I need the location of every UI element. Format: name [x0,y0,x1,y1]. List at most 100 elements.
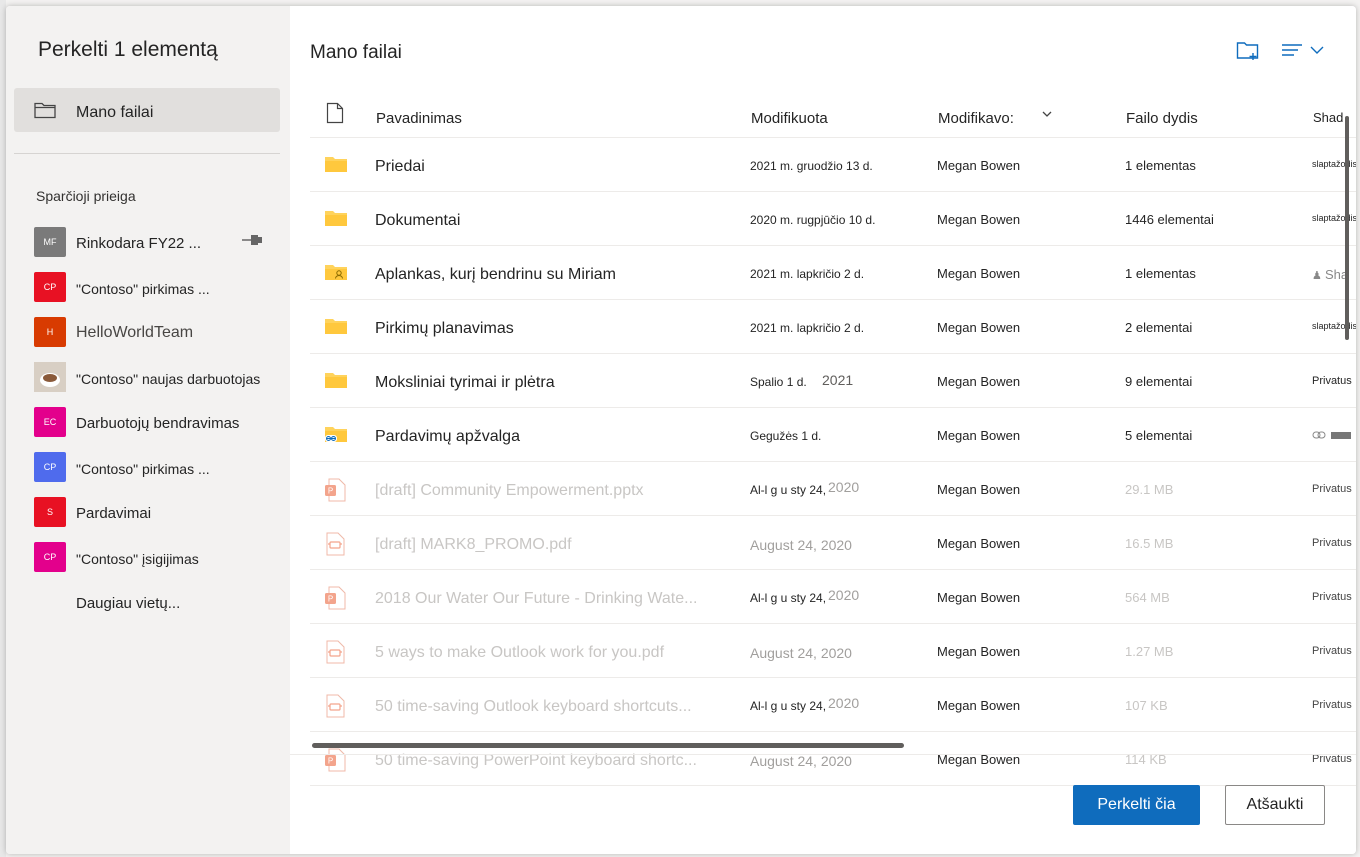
link-icon [1312,429,1356,444]
modified-by: Megan Bowen [937,698,1021,713]
file-size: 1 elementas [1125,158,1196,173]
file-size: 1446 elementai [1125,212,1214,227]
table-row[interactable]: Priedai 2021 m. gruodžio 13 d. Megan Bowen… [310,138,1356,192]
modified-date: Gegužės 1 d. [750,429,822,443]
quick-access-item[interactable]: CP "Contoso" įsigijimas [34,542,290,574]
table-row[interactable]: P 50 time-saving PowerPoint keyboard shor… [310,732,1356,786]
modified-by: Megan Bowen [937,320,1021,335]
table-row[interactable]: Pirkimų planavimas 2021 m. lapkričio 2 d.… [310,300,1356,354]
modified-by: Megan Bowen [937,158,1021,173]
folder-icon [324,208,348,233]
table-row[interactable]: Pardavimų apžvalga Gegužės 1 d. Megan Bowe… [310,408,1356,462]
file-size: 564 MB [1125,590,1170,605]
quick-access-item-label: HelloWorldTeam [76,324,194,341]
quick-access-item[interactable]: EC Darbuotojų bendravimas [34,407,290,439]
quick-access-item[interactable]: CP "Contoso" pirkimas ... [34,272,290,304]
folder-outline-icon [34,101,56,124]
quick-access-heading: Sparčioji prieiga [36,188,136,204]
table-row[interactable]: Moksliniai tyrimai ir plėtra Spalio 1 d. M… [310,354,1356,408]
pdf-file-icon [324,694,346,723]
folder-icon [324,262,348,287]
file-list-header: Pavadinimas Modifikuota Modifikavo: Fail… [310,90,1356,138]
table-row[interactable]: Dokumentai 2020 m. rugpjūčio 10 d. Megan B… [310,192,1356,246]
sharing-status: ♟ Sha [1312,267,1356,282]
modified-year: 2020 [828,695,860,711]
modified-date: August 24, 2020 [750,645,852,661]
people-icon: ♟ [1312,270,1322,282]
file-size: 1.27 MB [1125,644,1174,659]
move-here-button[interactable]: Perkelti čia [1073,785,1200,825]
pptx-file-icon: P [324,586,346,615]
file-name: [draft] MARK8_PROMO.pdf [375,536,572,553]
modified-by: Megan Bowen [937,374,1021,389]
site-badge: H [34,317,66,347]
nav-my-files[interactable]: Mano failai [14,88,280,132]
modified-by: Megan Bowen [937,644,1021,659]
pptx-file-icon: P [324,478,346,507]
nav-my-files-label: Mano failai [76,104,154,121]
modified-by: Megan Bowen [937,590,1021,605]
file-size: 29.1 MB [1125,482,1174,497]
sharing-status: Privatus [1312,699,1352,711]
table-row[interactable]: Aplankas, kurį bendrinu su Miriam 2021 m.… [310,246,1356,300]
pdf-file-icon [324,640,346,669]
breadcrumb-current: Mano failai [310,42,402,63]
modified-year: 2021 [822,372,854,388]
divider [14,153,280,154]
quick-access-item-label: "Contoso" naujas darbuotojas [76,371,261,387]
modified-by: Megan Bowen [937,482,1021,497]
file-type-header-icon[interactable] [326,102,344,128]
sharing-status: Privatus [1312,375,1352,387]
cancel-button[interactable]: Atšaukti [1225,785,1325,825]
site-thumbnail [34,362,66,392]
modified-date: Al-l g u sty 24, [750,483,827,497]
table-row[interactable]: [draft] MARK8_PROMO.pdf August 24, 2020 Me… [310,516,1356,570]
column-modified[interactable]: Modifikuota [751,110,828,127]
column-name[interactable]: Pavadinimas [376,110,462,127]
table-row[interactable]: P 2018 Our Water Our Future - Drinking Wa… [310,570,1356,624]
pin-icon[interactable] [240,233,264,252]
file-name: Priedai [375,158,425,175]
svg-text:P: P [328,595,333,604]
quick-access-item-label: "Contoso" įsigijimas [76,551,199,567]
chevron-down-icon[interactable] [1041,106,1053,123]
modified-by: Megan Bowen [937,212,1021,227]
folder-icon [324,370,348,395]
quick-access-item-label: "Contoso" pirkimas ... [76,461,210,477]
column-size[interactable]: Failo dydis [1126,110,1198,127]
table-row[interactable]: P [draft] Community Empowerment.pptx Al-l … [310,462,1356,516]
site-badge: S [34,497,66,527]
file-name: 2018 Our Water Our Future - Drinking Wat… [375,590,698,607]
file-name: 50 time-saving Outlook keyboard shortcut… [375,698,692,715]
sharing-status: slaptažodis [1312,159,1356,169]
quick-access-item[interactable]: CP "Contoso" pirkimas ... [34,452,290,484]
quick-access-item[interactable]: "Contoso" naujas darbuotojas [34,362,290,394]
column-sharing[interactable]: Shad [1313,110,1343,125]
modified-date: Al-l g u sty 24, [750,699,827,713]
quick-access-item[interactable]: S Pardavimai [34,497,290,529]
file-name: Aplankas, kurį bendrinu su Miriam [375,266,616,283]
column-modified-by[interactable]: Modifikavo: [938,110,1014,127]
modified-date: 2021 m. lapkričio 2 d. [750,321,865,335]
sharing-status: Privatus [1312,483,1352,495]
table-row[interactable]: 5 ways to make Outlook work for you.pdf A… [310,624,1356,678]
file-name: Moksliniai tyrimai ir plėtra [375,374,555,391]
sharing-status: Privatus [1312,537,1352,549]
horizontal-scrollbar[interactable] [312,743,904,748]
new-folder-icon[interactable] [1236,40,1260,67]
file-size: 5 elementai [1125,428,1193,443]
modified-date: Al-l g u sty 24, [750,591,827,605]
quick-access-item[interactable]: MF Rinkodara FY22 ... [34,227,290,259]
quick-access-item-label: Pardavimai [76,505,152,522]
sharing-status: Privatus [1312,591,1352,603]
table-row[interactable]: 50 time-saving Outlook keyboard shortcut… [310,678,1356,732]
sort-menu-icon[interactable] [1280,42,1328,63]
file-size: 16.5 MB [1125,536,1174,551]
sharing-status: slaptažodis [1312,321,1356,331]
site-badge: EC [34,407,66,437]
vertical-scrollbar[interactable] [1345,116,1349,340]
quick-access-item[interactable]: H HelloWorldTeam [34,317,290,349]
folder-icon [324,424,348,449]
file-size: 107 KB [1125,698,1168,713]
more-places-link[interactable]: Daugiau vietų... [76,595,180,612]
